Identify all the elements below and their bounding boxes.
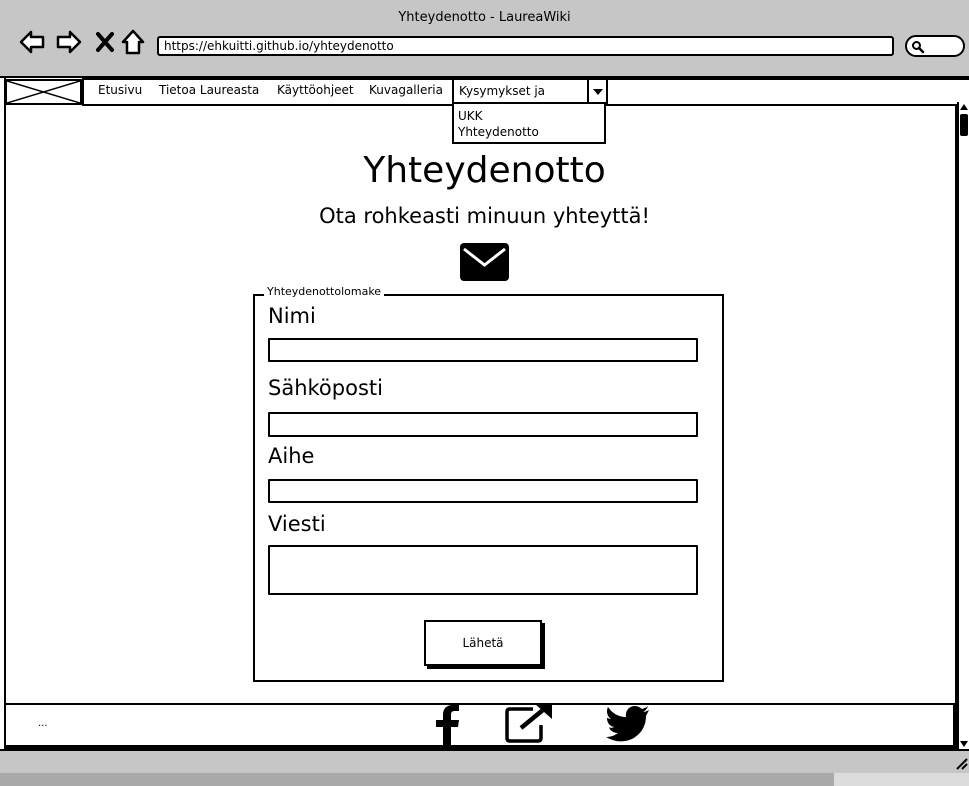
footer-text: ... — [38, 718, 48, 729]
nav-item-etusivu[interactable]: Etusivu — [98, 83, 142, 97]
envelope-icon — [460, 243, 509, 281]
url-bar[interactable]: https://ehkuitti.github.io/yhteydenotto — [157, 36, 894, 56]
logo-placeholder[interactable] — [5, 79, 82, 105]
nav-dropdown: UKK Yhteydenotto — [452, 102, 606, 144]
name-field[interactable] — [268, 338, 698, 362]
home-icon[interactable] — [119, 28, 147, 56]
status-bar — [0, 749, 969, 773]
message-label: Viesti — [268, 512, 326, 536]
scroll-down-icon[interactable] — [960, 741, 968, 747]
scroll-thumb[interactable] — [960, 114, 968, 136]
message-field[interactable] — [268, 545, 698, 595]
facebook-icon[interactable] — [433, 705, 461, 746]
chevron-down-icon[interactable] — [587, 78, 608, 104]
forward-arrow-icon[interactable] — [55, 28, 83, 56]
dropdown-item-yhteydenotto[interactable]: Yhteydenotto — [458, 125, 539, 139]
window-title: Yhteydenotto - LaureaWiki — [398, 10, 571, 25]
dropdown-item-ukk[interactable]: UKK — [458, 109, 483, 123]
page-title: Yhteydenotto — [363, 150, 606, 191]
name-label: Nimi — [268, 304, 316, 328]
form-legend: Yhteydenottolomake — [264, 285, 385, 298]
search-icon — [912, 41, 925, 54]
nav-item-kysymykset[interactable]: Kysymykset ja kyselyt — [452, 78, 590, 120]
nav-item-kuvagalleria[interactable]: Kuvagalleria — [369, 83, 443, 97]
vertical-scrollbar[interactable] — [957, 102, 969, 749]
email-field[interactable] — [268, 412, 698, 437]
nav-item-kayttoohjeet[interactable]: Käyttöohjeet — [277, 83, 354, 97]
footer — [4, 703, 955, 747]
subject-field[interactable] — [268, 479, 698, 503]
page-subtitle: Ota rohkeasti minuun yhteyttä! — [319, 204, 650, 228]
scroll-up-icon[interactable] — [960, 104, 968, 110]
browser-search-field[interactable] — [905, 35, 965, 57]
horizontal-scroll-thumb[interactable] — [0, 773, 834, 786]
subject-label: Aihe — [268, 444, 315, 468]
close-icon[interactable] — [92, 28, 120, 56]
email-label: Sähköposti — [268, 376, 383, 400]
twitter-icon[interactable] — [606, 706, 650, 742]
back-arrow-icon[interactable] — [18, 28, 46, 56]
resize-grip-icon[interactable] — [955, 757, 968, 770]
submit-button[interactable]: Lähetä — [424, 620, 542, 666]
external-link-icon[interactable] — [505, 703, 553, 743]
nav-item-tietoa-laureasta[interactable]: Tietoa Laureasta — [159, 83, 259, 97]
